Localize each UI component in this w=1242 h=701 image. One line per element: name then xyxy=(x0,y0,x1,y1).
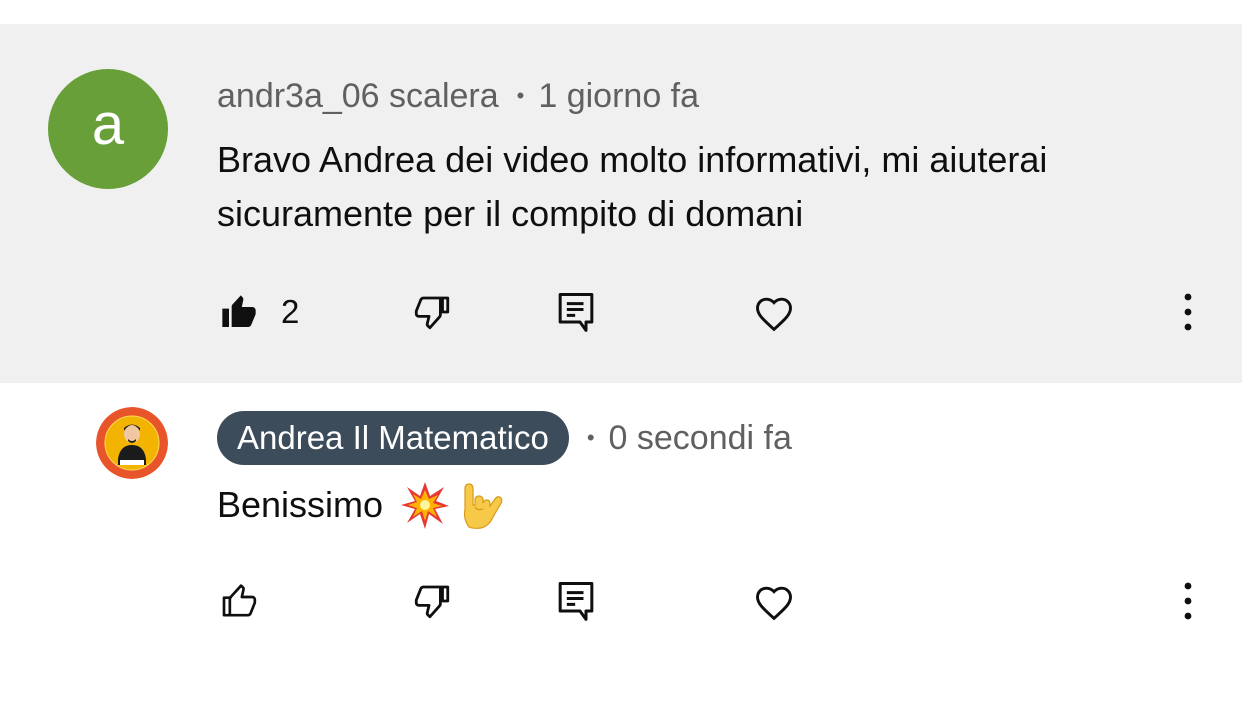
heart-button[interactable] xyxy=(752,282,796,342)
more-vert-icon xyxy=(1176,292,1200,332)
sign-of-the-horns-emoji xyxy=(455,479,507,531)
like-count: 2 xyxy=(281,293,300,330)
heart-icon xyxy=(752,580,796,622)
dislike-button[interactable] xyxy=(411,571,453,631)
comment-meta: andr3a_06 scalera • 1 giorno fa xyxy=(217,74,699,118)
author-name-chip[interactable]: Andrea Il Matematico xyxy=(217,411,569,465)
more-options-button[interactable] xyxy=(1176,282,1200,342)
timestamp: 1 giorno fa xyxy=(538,76,700,115)
comment-text-row: Benissimo xyxy=(217,478,1177,532)
collision-emoji xyxy=(399,479,451,531)
separator-dot: • xyxy=(516,83,525,108)
more-options-button[interactable] xyxy=(1176,571,1200,631)
comment-text: Benissimo xyxy=(217,484,384,525)
comment-reply: Andrea Il Matematico • 0 secondi fa Beni… xyxy=(0,383,1242,701)
thumbs-up-icon xyxy=(219,292,259,332)
dislike-button[interactable] xyxy=(411,282,453,342)
like-button[interactable]: 2 xyxy=(219,282,299,342)
avatar[interactable] xyxy=(96,407,168,479)
reply-icon xyxy=(556,579,596,623)
reply-icon xyxy=(556,290,596,334)
reply-button[interactable] xyxy=(556,571,596,631)
timestamp: 0 secondi fa xyxy=(608,418,792,457)
separator-dot: • xyxy=(586,425,595,450)
comment-meta: Andrea Il Matematico • 0 secondi fa xyxy=(217,411,792,465)
comment-actions: 2 xyxy=(0,282,1242,342)
like-button[interactable] xyxy=(219,571,259,631)
heart-button[interactable] xyxy=(752,571,796,631)
thumbs-down-icon xyxy=(411,580,453,622)
avatar[interactable]: a xyxy=(48,69,168,189)
thumbs-up-icon xyxy=(219,581,259,621)
comment-text: Bravo Andrea dei video molto informativi… xyxy=(217,139,1048,234)
reply-button[interactable] xyxy=(556,282,596,342)
heart-icon xyxy=(752,291,796,333)
comment-actions xyxy=(0,571,1242,631)
thumbs-down-icon xyxy=(411,291,453,333)
more-vert-icon xyxy=(1176,581,1200,621)
comment-highlighted: a andr3a_06 scalera • 1 giorno fa Bravo … xyxy=(0,24,1242,383)
author-name[interactable]: andr3a_06 scalera xyxy=(217,77,499,116)
